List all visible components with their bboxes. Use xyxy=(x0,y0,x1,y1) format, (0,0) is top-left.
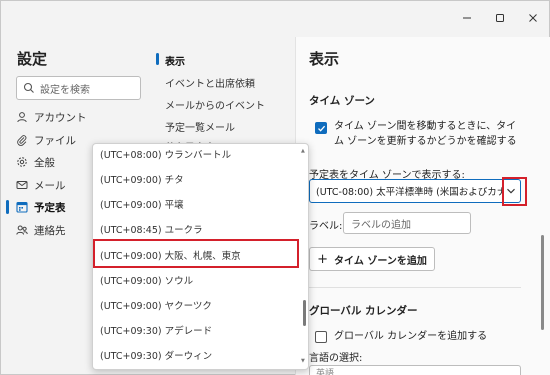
timezone-option[interactable]: (UTC+08:45) ユークラ xyxy=(100,219,296,239)
maximize-icon[interactable] xyxy=(489,9,511,27)
nav-item-label: 連絡先 xyxy=(34,224,66,237)
panel-scrollbar[interactable] xyxy=(541,235,544,330)
scroll-down-icon[interactable]: ▼ xyxy=(301,358,305,364)
plus-icon: + xyxy=(317,251,329,267)
paperclip-icon xyxy=(16,134,28,146)
nav-active-indicator xyxy=(6,200,9,214)
calendar-icon xyxy=(16,201,28,213)
label-input-placeholder: ラベルの追加 xyxy=(351,219,411,231)
global-calendar-label: グローバル カレンダーを追加する xyxy=(334,331,488,342)
label-field-label: ラベル: xyxy=(309,221,343,232)
timezone-option[interactable]: (UTC+09:00) ソウル xyxy=(100,270,296,290)
display-settings-panel xyxy=(295,37,550,375)
timezone-option[interactable]: (UTC+09:00) ヤクーツク xyxy=(100,295,296,315)
nav-item-label: 予定表 xyxy=(34,201,66,214)
nav-item-general[interactable]: 全般 xyxy=(16,152,55,172)
close-icon[interactable] xyxy=(522,9,544,27)
timezone-prompt-label-line1: タイム ゾーン間を移動するときに、タイ xyxy=(334,121,517,132)
scroll-up-icon[interactable]: ▲ xyxy=(301,148,305,154)
nav-item-label: 全般 xyxy=(34,156,55,169)
nav-item-contacts[interactable]: 連絡先 xyxy=(16,220,66,240)
global-calendar-checkbox[interactable] xyxy=(315,331,327,343)
add-timezone-button[interactable]: + タイム ゾーンを追加 xyxy=(309,247,435,271)
timezone-prompt-checkbox[interactable] xyxy=(315,122,327,134)
subnav-item-events-invites[interactable]: イベントと出席依頼 xyxy=(165,75,255,90)
timezone-option[interactable]: (UTC+09:00) チタ xyxy=(100,169,296,189)
nav-item-mail[interactable]: メール xyxy=(16,175,66,195)
timezone-option[interactable]: (UTC+08:00) ウランバートル xyxy=(100,144,296,164)
subnav-active-indicator xyxy=(156,53,159,65)
timezone-prompt-label-line2: ム ゾーンを更新するかどうかを確認する xyxy=(334,136,517,147)
timezone-select-value: (UTC-08:00) 太平洋標準時 (米国およびカナダ) xyxy=(316,187,504,198)
nav-item-calendar[interactable]: 予定表 xyxy=(16,197,66,217)
minimize-icon[interactable] xyxy=(456,9,478,27)
nav-item-label: アカウント xyxy=(34,111,87,124)
panel-title: 表示 xyxy=(309,50,340,68)
person-icon xyxy=(16,111,28,123)
subnav-item-agenda-mail[interactable]: 予定一覧メール xyxy=(165,119,235,134)
checkmark-icon xyxy=(317,125,325,132)
people-icon xyxy=(16,224,28,236)
timezone-option[interactable]: (UTC+09:30) ダーウィン xyxy=(100,345,296,365)
language-select-value: 英語 xyxy=(316,369,335,375)
settings-search-input[interactable]: 設定を検索 xyxy=(16,76,141,100)
subnav-item-display[interactable]: 表示 xyxy=(165,53,185,68)
timezone-section-heading: タイム ゾーン xyxy=(309,95,375,107)
section-divider xyxy=(309,287,521,288)
subnav-item-events-from-email[interactable]: メールからのイベント xyxy=(165,97,265,112)
global-calendar-section-heading: グローバル カレンダー xyxy=(309,305,418,317)
label-input[interactable]: ラベルの追加 xyxy=(343,212,471,234)
dropdown-scrollbar[interactable] xyxy=(303,300,306,326)
timezone-option[interactable]: (UTC+09:00) 平壌 xyxy=(100,194,296,214)
nav-item-files[interactable]: ファイル xyxy=(16,130,76,150)
nav-item-label: メール xyxy=(34,179,66,192)
nav-item-label: ファイル xyxy=(34,134,76,147)
timezone-select[interactable]: (UTC-08:00) 太平洋標準時 (米国およびカナダ) xyxy=(309,179,521,203)
outlook-settings-window: 設定 設定を検索 アカウント ファイル 全般 メール 予定表 連絡先 表示 イベ… xyxy=(0,0,550,375)
highlight-box-option xyxy=(93,239,299,268)
timezone-option[interactable]: (UTC+09:30) アデレード xyxy=(100,320,296,340)
language-select[interactable]: 英語 xyxy=(309,365,521,375)
gear-icon xyxy=(16,156,28,168)
nav-item-account[interactable]: アカウント xyxy=(16,107,87,127)
settings-title: 設定 xyxy=(17,50,48,68)
search-icon xyxy=(23,82,35,94)
mail-icon xyxy=(16,179,28,191)
highlight-box-chevron xyxy=(502,177,527,206)
search-placeholder: 設定を検索 xyxy=(40,84,90,96)
add-timezone-button-label: タイム ゾーンを追加 xyxy=(334,255,427,267)
language-label: 言語の選択: xyxy=(309,353,363,364)
